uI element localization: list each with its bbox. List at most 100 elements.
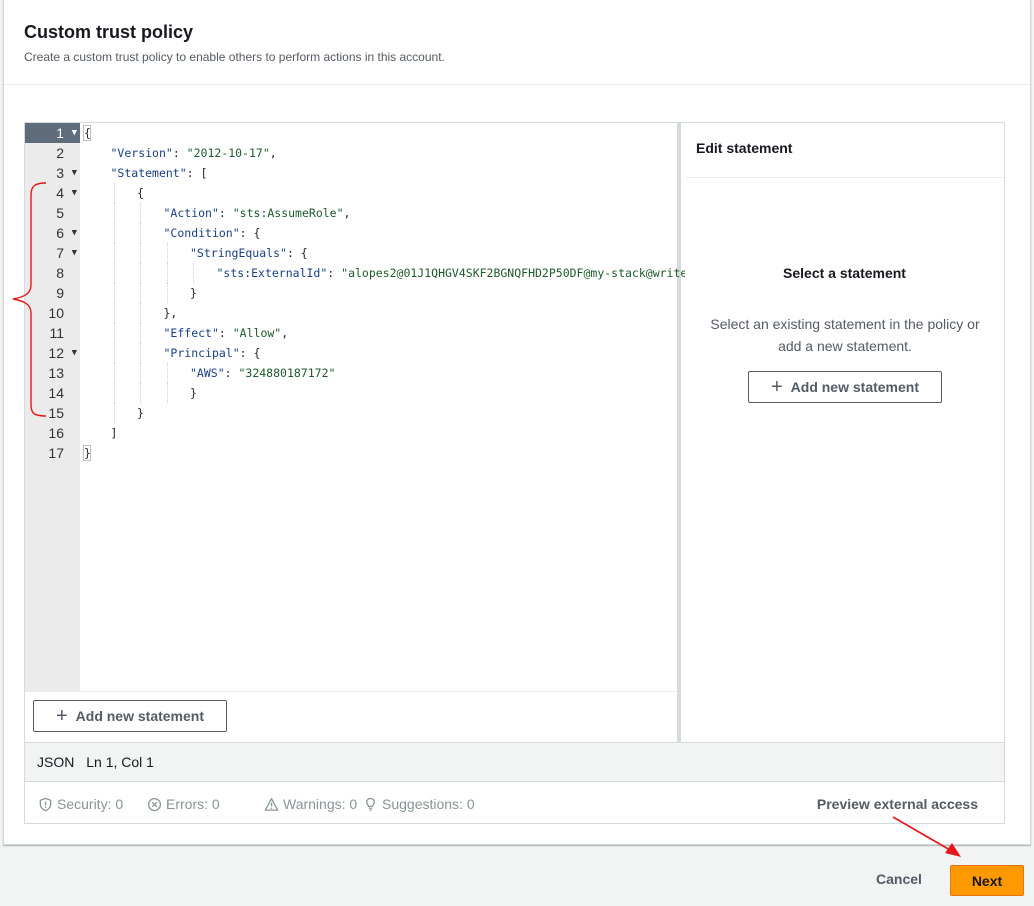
annotation-arrowhead — [945, 843, 961, 857]
warnings-count: Warnings: 0 — [283, 796, 358, 812]
line-number-row: 1 ▼ — [25, 123, 80, 143]
line-number-row: 14 — [25, 383, 80, 403]
side-add-statement-label: Add new statement — [790, 379, 920, 395]
indent-guide — [140, 263, 141, 283]
indent-guide — [113, 243, 115, 263]
line-number-row: 13 — [25, 363, 80, 383]
indent-guide — [113, 183, 115, 203]
select-statement-title: Select a statement — [783, 265, 906, 281]
cancel-button[interactable]: Cancel — [876, 871, 922, 887]
security-count: Security: 0 — [57, 796, 124, 812]
indent-guide — [113, 303, 115, 323]
select-statement-text: Select an existing statement in the poli… — [710, 316, 980, 354]
code-line: "sts:ExternalId": "alopes2@01J1QHGV4SKF2… — [216, 266, 695, 280]
security-check[interactable]: Security: 0 — [38, 796, 123, 812]
line-number-row: 6 ▼ — [25, 223, 80, 243]
code-line: "AWS": "324880187172" — [190, 366, 336, 380]
line-number-row: 12 ▼ — [25, 343, 80, 363]
page-title: Custom trust policy — [24, 22, 194, 42]
warnings-check[interactable]: Warnings: 0 — [264, 796, 357, 812]
code-line: "Effect": "Allow", — [163, 326, 289, 340]
line-number-row: 3 ▼ — [25, 163, 80, 183]
indent-guide — [140, 303, 141, 323]
indent-guide — [140, 223, 141, 243]
line-number-row: 11 — [25, 323, 80, 343]
preview-external-access-button[interactable]: Preview external access — [817, 796, 978, 812]
line-number-row: 7 ▼ — [25, 243, 80, 263]
line-number-row: 9 — [25, 283, 80, 303]
fold-toggle-icon[interactable]: ▼ — [72, 223, 77, 243]
errors-count: Errors: 0 — [166, 796, 220, 812]
errors-check[interactable]: Errors: 0 — [147, 796, 220, 812]
indent-guide — [113, 403, 115, 423]
fold-toggle-icon[interactable]: ▼ — [72, 183, 77, 203]
line-number: 15 — [48, 405, 64, 421]
code-line: } — [190, 286, 197, 300]
line-number-row: 10 — [25, 303, 80, 323]
indent-guide — [113, 223, 115, 243]
add-statement-label: Add new statement — [75, 708, 205, 724]
code-line: } — [190, 386, 197, 400]
indent-guide — [140, 283, 141, 303]
plus-icon: + — [770, 376, 783, 398]
fold-toggle-icon[interactable]: ▼ — [72, 123, 77, 143]
code-line: "StringEquals": { — [190, 246, 308, 260]
line-number: 12 — [48, 345, 64, 361]
line-number-row: 16 — [25, 423, 80, 443]
line-number: 4 — [56, 185, 64, 201]
error-circle-icon — [147, 797, 162, 811]
side-add-new-statement-button[interactable]: + Add new statement — [748, 371, 942, 403]
indent-guide — [166, 363, 168, 383]
warning-triangle-icon — [264, 797, 279, 811]
code-line: { — [137, 186, 144, 200]
line-number: 8 — [56, 265, 64, 281]
line-number: 5 — [56, 205, 64, 221]
line-number-row: 17 — [25, 443, 80, 463]
code-line: "Version": "2012-10-17", — [110, 146, 277, 160]
code-line: ] — [110, 426, 118, 440]
indent-guide — [166, 263, 168, 283]
indent-guide — [166, 383, 168, 403]
code-line: "Action": "sts:AssumeRole", — [163, 206, 351, 220]
line-number: 17 — [48, 445, 64, 461]
fold-toggle-icon[interactable]: ▼ — [72, 243, 77, 263]
line-number: 14 — [48, 385, 64, 401]
editor-status-bar: JSON Ln 1, Col 1 — [25, 742, 1004, 781]
line-number: 10 — [48, 305, 64, 321]
code-line: }, — [163, 306, 178, 320]
indent-guide — [113, 263, 115, 283]
line-number: 3 — [56, 165, 64, 181]
cursor-position: Ln 1, Col 1 — [86, 754, 154, 770]
code-line: } — [137, 406, 144, 420]
indent-guide — [113, 283, 115, 303]
line-number: 13 — [48, 365, 64, 381]
fold-toggle-icon[interactable]: ▼ — [72, 343, 77, 363]
page-description: Create a custom trust policy to enable o… — [24, 50, 445, 64]
indent-guide — [113, 323, 115, 343]
line-number-row: 5 — [25, 203, 80, 223]
edit-statement-title: Edit statement — [685, 123, 1004, 178]
line-number: 6 — [56, 225, 64, 241]
code-line: "Condition": { — [163, 226, 261, 240]
indent-guide — [113, 343, 115, 363]
suggestions-count: Suggestions: 0 — [382, 796, 475, 812]
indent-guide — [140, 323, 141, 343]
edit-statement-panel: Edit statement Select a statement Select… — [685, 123, 1004, 742]
line-gutter: 1 ▼ 2 3 ▼ 4 ▼ 5 6 ▼ 7 ▼ 8 9 10 11 12 ▼ 13 14 15 16 17 — [25, 123, 80, 691]
indent-guide — [113, 383, 115, 403]
bracket-match-highlight — [83, 445, 91, 461]
next-button[interactable]: Next — [950, 865, 1024, 896]
indent-guide — [113, 203, 115, 223]
panel-header: Custom trust policy Create a custom trus… — [4, 0, 1030, 85]
fold-toggle-icon[interactable]: ▼ — [72, 163, 77, 183]
indent-guide — [166, 243, 168, 263]
suggestions-check[interactable]: Suggestions: 0 — [363, 796, 475, 812]
line-number: 7 — [56, 245, 64, 261]
code-editor[interactable]: {"Version": "2012-10-17", "Statement": [{… — [80, 123, 694, 691]
bracket-match-highlight — [83, 125, 91, 141]
shield-icon — [39, 797, 52, 811]
code-line: "Statement": [ — [110, 166, 208, 180]
indent-guide — [140, 243, 141, 263]
add-new-statement-button[interactable]: + Add new statement — [33, 700, 227, 732]
indent-guide — [140, 343, 141, 363]
